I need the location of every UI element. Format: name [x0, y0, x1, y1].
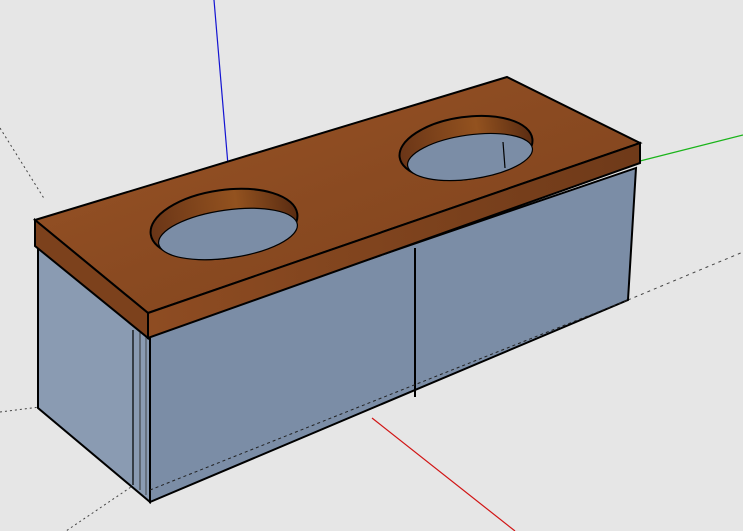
- dotted-axis-green-far: [627, 251, 743, 301]
- 3d-viewport[interactable]: [0, 0, 743, 531]
- dotted-axis-red-neg: [0, 127, 46, 201]
- model-scene[interactable]: [0, 0, 743, 531]
- blue-axis: [213, 0, 229, 166]
- green-axis: [635, 134, 743, 163]
- red-axis: [371, 417, 516, 531]
